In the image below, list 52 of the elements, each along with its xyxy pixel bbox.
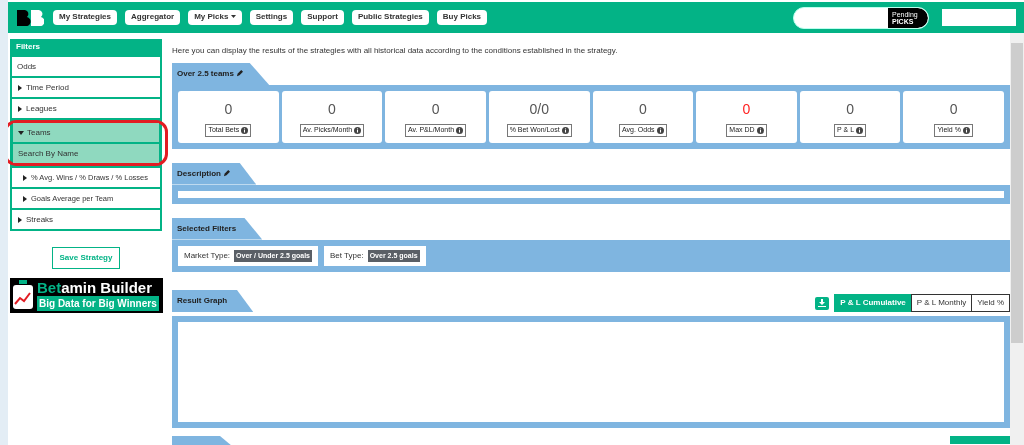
nav-button[interactable]: My Strategies [53,10,118,25]
nav-button[interactable]: Aggregator [125,10,181,25]
dropdown-button[interactable]: My Picks [188,10,242,25]
stat-value: 0 [430,100,441,119]
info-icon [561,126,569,134]
info-icon [241,126,249,134]
intro-text: Here you can display the results of the strategies with all historical data according to the conditions established in the strategy. [172,45,619,57]
caret-right-icon [17,84,23,91]
stat-value: 0 [327,100,337,119]
pencil-icon[interactable] [236,70,244,78]
info-icon [756,126,764,134]
download-button[interactable] [815,296,830,310]
filter-label: Market Type: [184,249,231,262]
info-icon [456,126,464,134]
caret-right-icon [17,105,23,112]
logo-icon[interactable] [16,8,44,27]
filter-item[interactable]: Leagues [12,99,160,118]
stat-value: 0 [637,100,648,119]
bottle-chart-icon [12,280,34,310]
section-tab: Over 2.5 teams [172,63,270,85]
graph-tab[interactable]: P & L Monthly [910,294,973,312]
nav-button[interactable]: Support [301,10,344,25]
info-icon [656,126,664,134]
filter-item[interactable]: Time Period [12,78,160,97]
pencil-icon[interactable] [223,169,231,177]
stat-value: 0 [223,100,234,119]
section-tab: Description [172,162,257,185]
caret-right-icon [17,216,23,223]
caret-down-icon [18,129,24,136]
graph-tab[interactable]: Yield % [971,294,1010,312]
filter-item[interactable]: Odds [12,57,160,76]
nav-button[interactable]: Public Strategies [351,10,429,25]
caret-icon [230,15,236,19]
nav-button[interactable]: Settings [249,10,294,25]
stat-value: 0/0 [528,100,550,119]
betamin-logo: Betamin Builder Big Data for Big Winners [10,278,163,313]
filter-item[interactable]: Search By Name [13,144,159,163]
info-icon [354,126,362,134]
stat-value: 0 [948,100,959,119]
filters-title: Filters [15,41,41,53]
caret-right-icon [22,174,28,181]
scrollbar[interactable] [1010,33,1024,445]
filter-item[interactable]: Streaks [12,210,160,229]
stat-value: 0 [741,100,752,119]
info-icon [962,126,970,134]
nav-button[interactable]: Buy Picks [436,10,488,25]
stat-value: 0 [845,100,855,119]
caret-right-icon [22,195,28,202]
input-field[interactable] [942,9,1016,26]
info-icon [856,126,864,134]
filter-label: Bet Type: [330,249,364,262]
filter-item[interactable]: Teams [13,123,159,142]
